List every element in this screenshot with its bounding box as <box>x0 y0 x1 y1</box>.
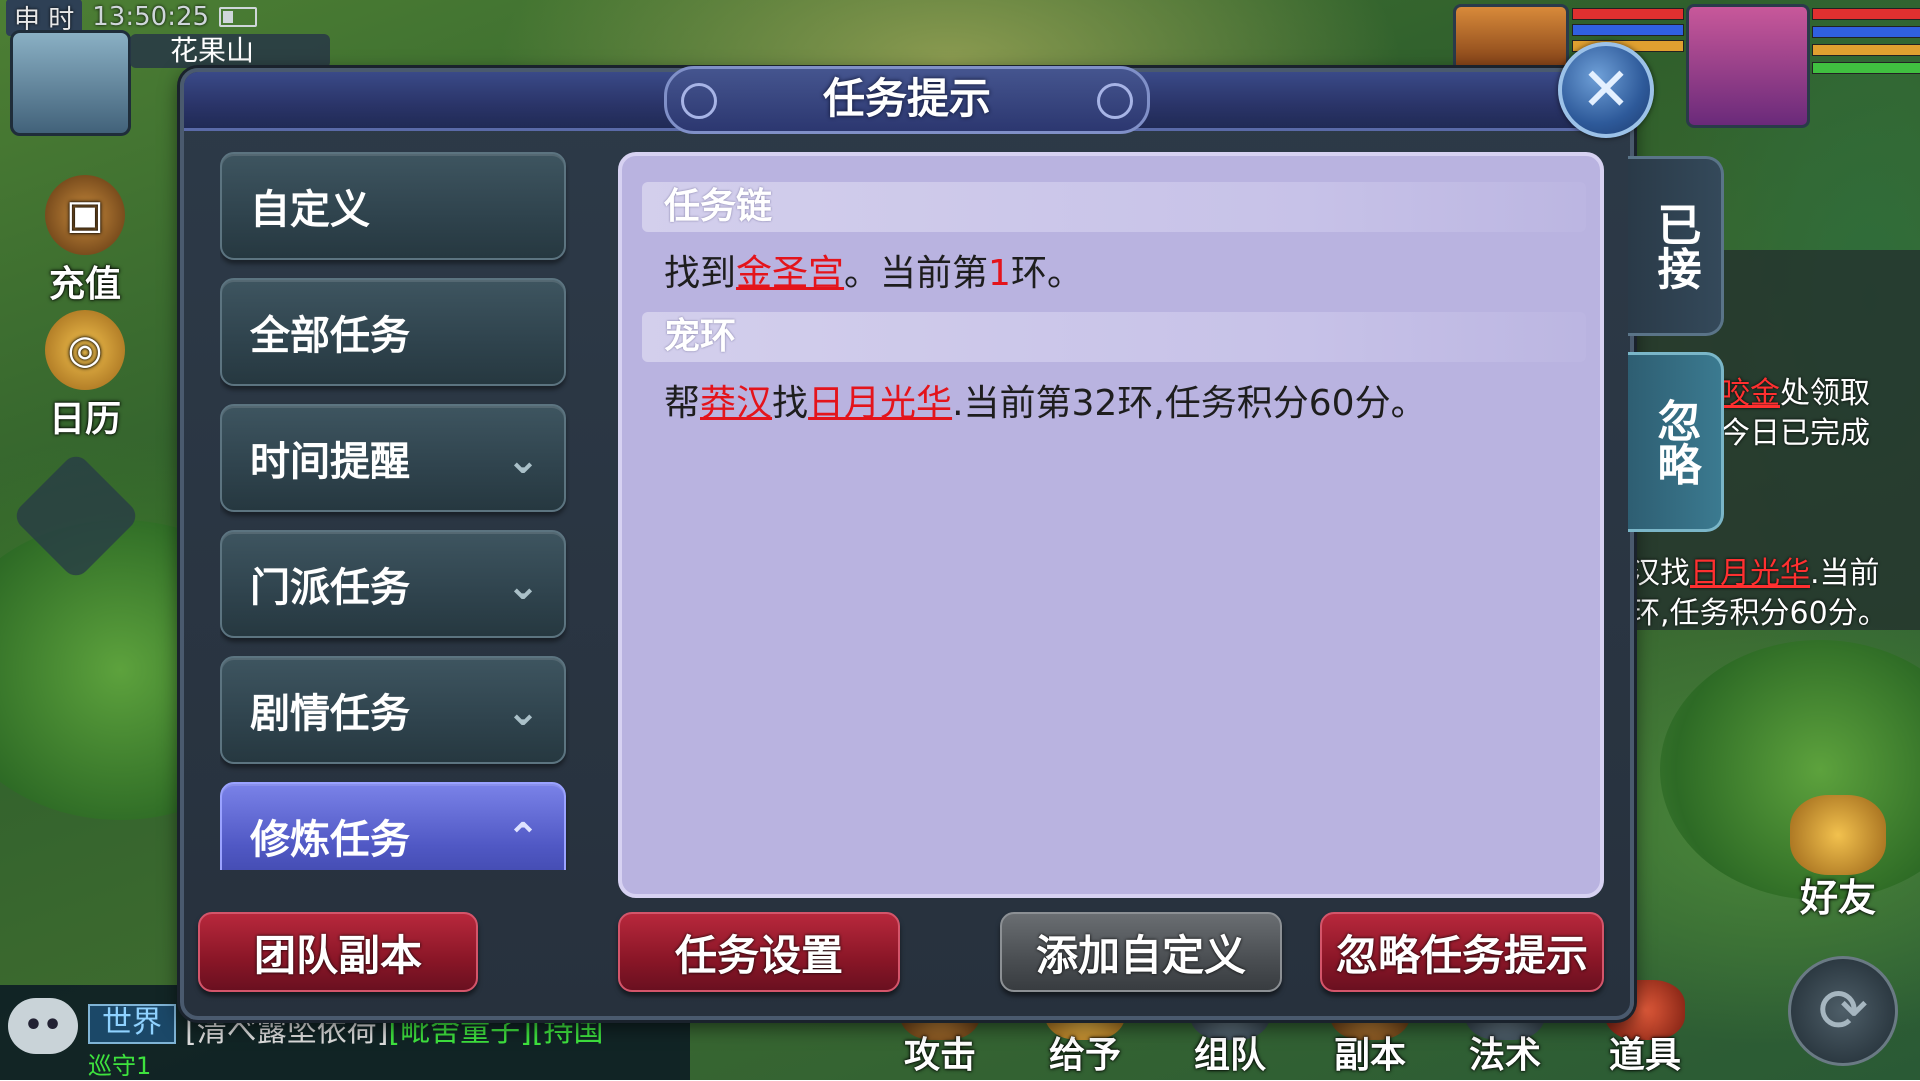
action-label: 攻击 <box>903 1035 976 1076</box>
player-exp-bar <box>1812 62 1920 74</box>
task-settings-button[interactable]: 任务设置 <box>618 912 900 992</box>
chevron-down-icon: ⌄ <box>506 437 540 483</box>
tab-label: 时间提醒 <box>250 439 410 485</box>
refresh-icon: ⟳ <box>1817 976 1869 1046</box>
chat-message: 巡守1 <box>88 1052 152 1080</box>
tab-all-tasks[interactable]: 全部任务 <box>220 278 566 386</box>
close-icon: ✕ <box>1580 55 1632 125</box>
action-label: 法术 <box>1468 1035 1541 1076</box>
chevron-down-icon: ⌄ <box>506 563 540 609</box>
dialog-title: 任务提示 <box>664 66 1150 134</box>
quest-npc-link[interactable]: 莽汉 <box>700 383 772 424</box>
friends-label: 好友 <box>1799 876 1876 920</box>
recharge-button[interactable]: ▣ 充值 <box>35 175 135 307</box>
tracker-line: 咬金处领取 <box>1720 376 1870 411</box>
side-tab-label: 忽略 <box>1649 398 1701 486</box>
location-name: 花果山 <box>130 34 330 68</box>
player-portrait[interactable] <box>1686 4 1810 128</box>
recharge-label: 充值 <box>48 264 121 305</box>
battery-icon <box>219 7 258 27</box>
tab-time-reminder[interactable]: 时间提醒 ⌄ <box>220 404 566 512</box>
chevron-up-icon: ⌃ <box>506 815 540 861</box>
calendar-button[interactable]: ◎ 日历 <box>35 310 135 442</box>
tracker-line: 环,任务积分60分。 <box>1630 596 1888 631</box>
tab-cultivation-tasks[interactable]: 修炼任务 ⌃ <box>220 782 566 870</box>
tab-label: 全部任务 <box>250 313 410 359</box>
calendar-icon: ◎ <box>45 310 125 390</box>
player-hp-bar <box>1812 8 1920 20</box>
team-dungeon-button[interactable]: 团队副本 <box>198 912 478 992</box>
action-label: 副本 <box>1333 1035 1406 1076</box>
pet-portrait[interactable] <box>1453 4 1569 76</box>
add-custom-button[interactable]: 添加自定义 <box>1000 912 1282 992</box>
section-header: 任务链 <box>642 182 1586 232</box>
quest-tips-dialog: 任务提示 ✕ 自定义 全部任务 时间提醒 ⌄ 门派任务 ⌄ 剧情任务 ⌄ 修炼任务 ⌃ … <box>180 42 1654 1020</box>
tracker-line: 汉找日月光华.当前 <box>1630 556 1880 591</box>
chat-icon[interactable]: •• <box>8 998 78 1054</box>
refresh-button[interactable]: ⟳ <box>1788 956 1898 1066</box>
action-label: 给予 <box>1048 1035 1121 1076</box>
minimap[interactable] <box>10 30 131 136</box>
tab-ignored[interactable]: 忽略 <box>1628 352 1724 532</box>
quest-target-link[interactable]: 金圣宫 <box>736 253 844 294</box>
calendar-label: 日历 <box>48 399 121 440</box>
close-button[interactable]: ✕ <box>1558 42 1654 138</box>
clock: 13:50:25 <box>92 2 210 32</box>
action-label: 道具 <box>1608 1035 1681 1076</box>
tab-sect-tasks[interactable]: 门派任务 ⌄ <box>220 530 566 638</box>
tab-label: 剧情任务 <box>250 691 410 737</box>
treasure-chest-icon: ▣ <box>45 175 125 255</box>
side-tab-label: 已接 <box>1649 202 1701 290</box>
tab-custom[interactable]: 自定义 <box>220 152 566 260</box>
ignore-task-tips-button[interactable]: 忽略任务提示 <box>1320 912 1604 992</box>
chat-channel-tag: 世界 <box>88 1004 176 1044</box>
chevron-down-icon: ⌄ <box>506 689 540 735</box>
quest-description: 找到金圣宫。当前第1环。 <box>664 253 1083 294</box>
pet-mp-bar <box>1572 24 1684 36</box>
quest-description: 帮莽汉找日月光华.当前第32环,任务积分60分。 <box>664 383 1427 424</box>
player-mp-bar <box>1812 26 1920 38</box>
friends-button[interactable]: 好友 <box>1778 795 1898 922</box>
action-label: 组队 <box>1193 1035 1266 1076</box>
handshake-icon <box>1790 795 1886 875</box>
tab-accepted[interactable]: 已接 <box>1628 156 1724 336</box>
status-bar: 申 时 13:50:25 <box>6 0 258 36</box>
tab-label: 门派任务 <box>250 565 410 611</box>
quest-content-panel: 任务链 找到金圣宫。当前第1环。 宠环 帮莽汉找日月光华.当前第32环,任务积分… <box>618 152 1604 898</box>
tab-label: 自定义 <box>250 187 370 233</box>
category-tabs: 自定义 全部任务 时间提醒 ⌄ 门派任务 ⌄ 剧情任务 ⌄ 修炼任务 ⌃ <box>220 152 570 870</box>
player-anger-bar <box>1812 44 1920 56</box>
tracker-line: 今日已完成 <box>1720 416 1870 451</box>
quest-item-link[interactable]: 日月光华 <box>808 383 952 424</box>
tab-label: 修炼任务 <box>250 817 410 863</box>
section-header: 宠环 <box>642 312 1586 362</box>
tab-story-tasks[interactable]: 剧情任务 ⌄ <box>220 656 566 764</box>
pet-hp-bar <box>1572 8 1684 20</box>
